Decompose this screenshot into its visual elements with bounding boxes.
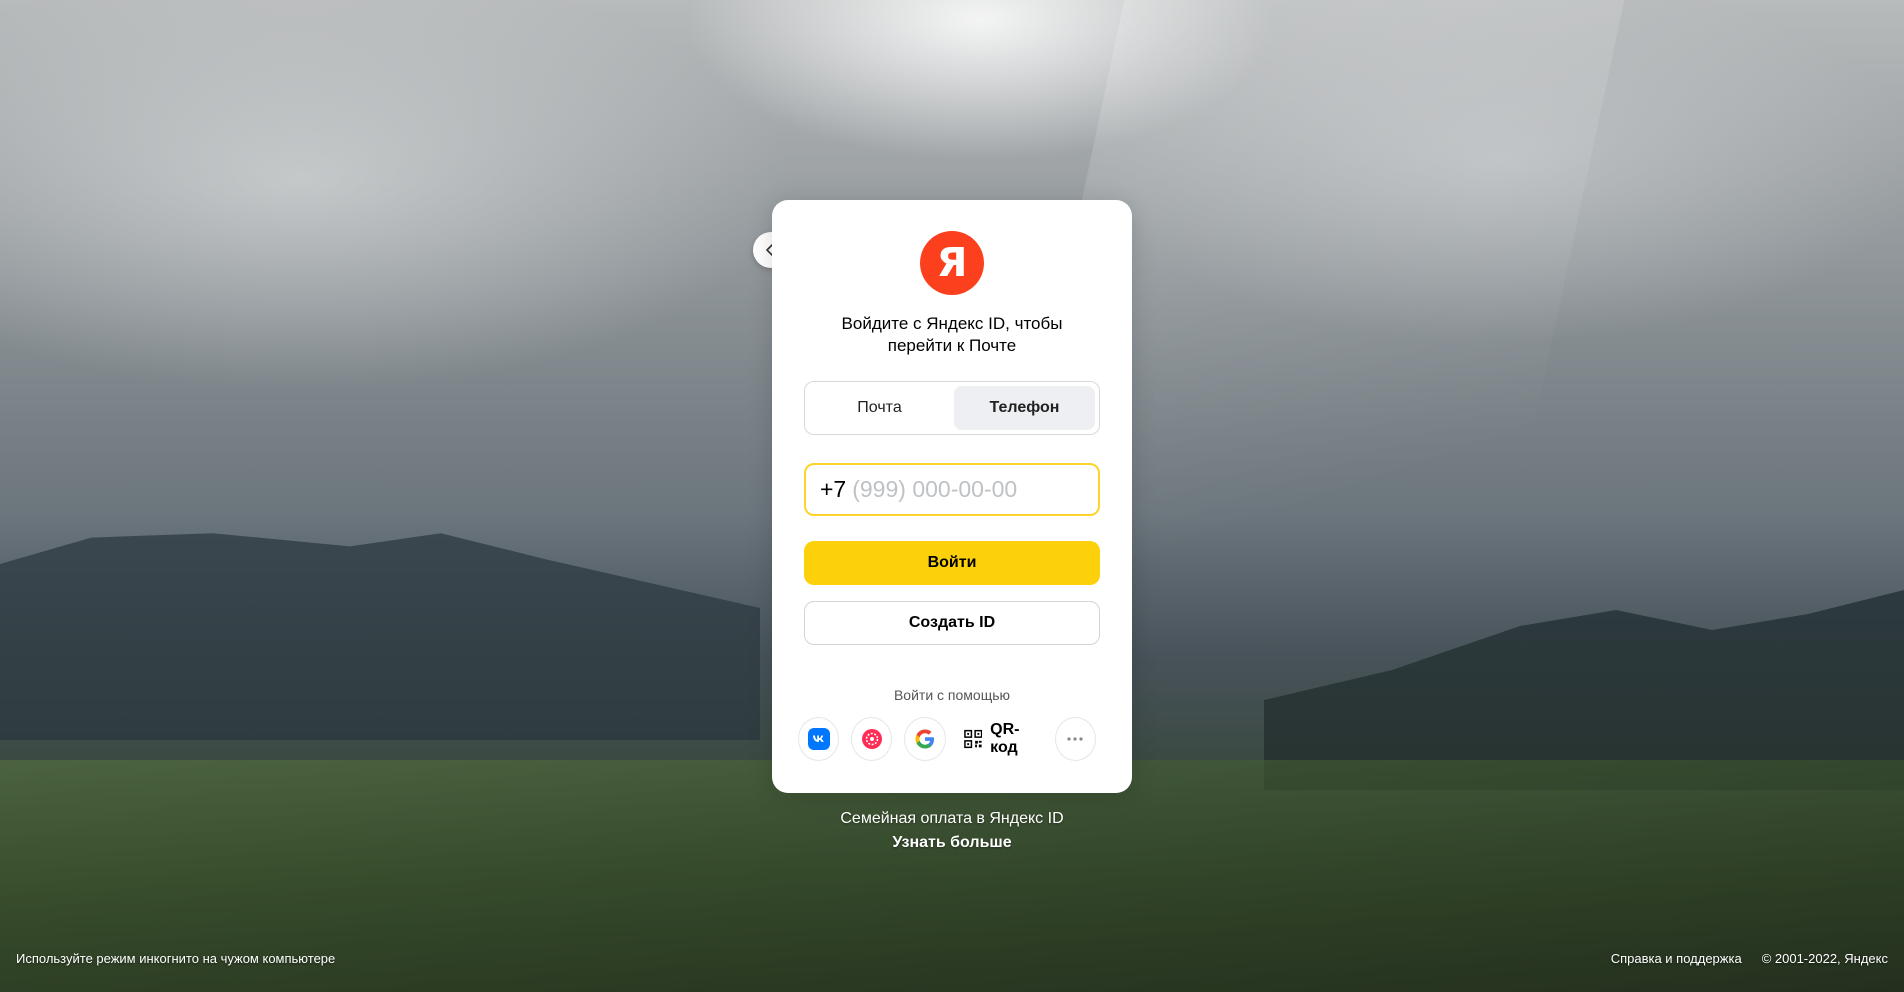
social-login-row: QR-код <box>798 717 1108 761</box>
incognito-hint: Используйте режим инкогнито на чужом ком… <box>16 951 336 966</box>
phone-input[interactable] <box>852 476 1073 503</box>
tab-mail[interactable]: Почта <box>809 386 950 430</box>
qr-code-icon <box>963 729 982 749</box>
copyright-link[interactable]: © 2001-2022, Яндекс <box>1762 951 1888 966</box>
login-card: Я Войдите с Яндекс ID, чтобы перейти к П… <box>772 200 1132 793</box>
promo-block: Семейная оплата в Яндекс ID Узнать больш… <box>772 807 1132 855</box>
qr-login-button[interactable]: QR-код <box>958 717 1043 761</box>
heading-line-2: перейти к Почте <box>887 336 1017 355</box>
more-icon <box>1067 737 1083 741</box>
footer-links: Справка и поддержка © 2001-2022, Яндекс <box>1611 951 1888 966</box>
more-login-options-button[interactable] <box>1054 717 1096 761</box>
phone-prefix: +7 <box>820 476 847 502</box>
qr-label: QR-код <box>990 721 1020 756</box>
page-title: Войдите с Яндекс ID, чтобы перейти к Поч… <box>802 313 1102 357</box>
social-login-label: Войти с помощью <box>893 687 1011 703</box>
vk-icon <box>807 728 830 750</box>
vk-login-button[interactable] <box>798 717 840 761</box>
login-button[interactable]: Войти <box>804 541 1100 585</box>
login-method-tabs: Почта Телефон <box>804 381 1100 435</box>
create-id-button[interactable]: Создать ID <box>804 601 1100 645</box>
promo-text: Семейная оплата в Яндекс ID <box>840 810 1064 827</box>
ok-login-button[interactable] <box>851 717 893 761</box>
phone-field[interactable]: +7 <box>804 463 1100 516</box>
heading-line-1: Войдите с Яндекс ID, чтобы <box>841 314 1063 333</box>
google-icon <box>915 729 934 749</box>
mountains-left <box>0 533 760 740</box>
google-login-button[interactable] <box>904 717 946 761</box>
tab-phone[interactable]: Телефон <box>954 386 1095 430</box>
learn-more-link[interactable]: Узнать больше <box>772 831 1132 855</box>
yandex-logo-icon: Я <box>920 231 984 295</box>
ok-icon <box>861 729 882 749</box>
help-link[interactable]: Справка и поддержка <box>1611 951 1742 966</box>
logo-letter: Я <box>936 240 968 286</box>
